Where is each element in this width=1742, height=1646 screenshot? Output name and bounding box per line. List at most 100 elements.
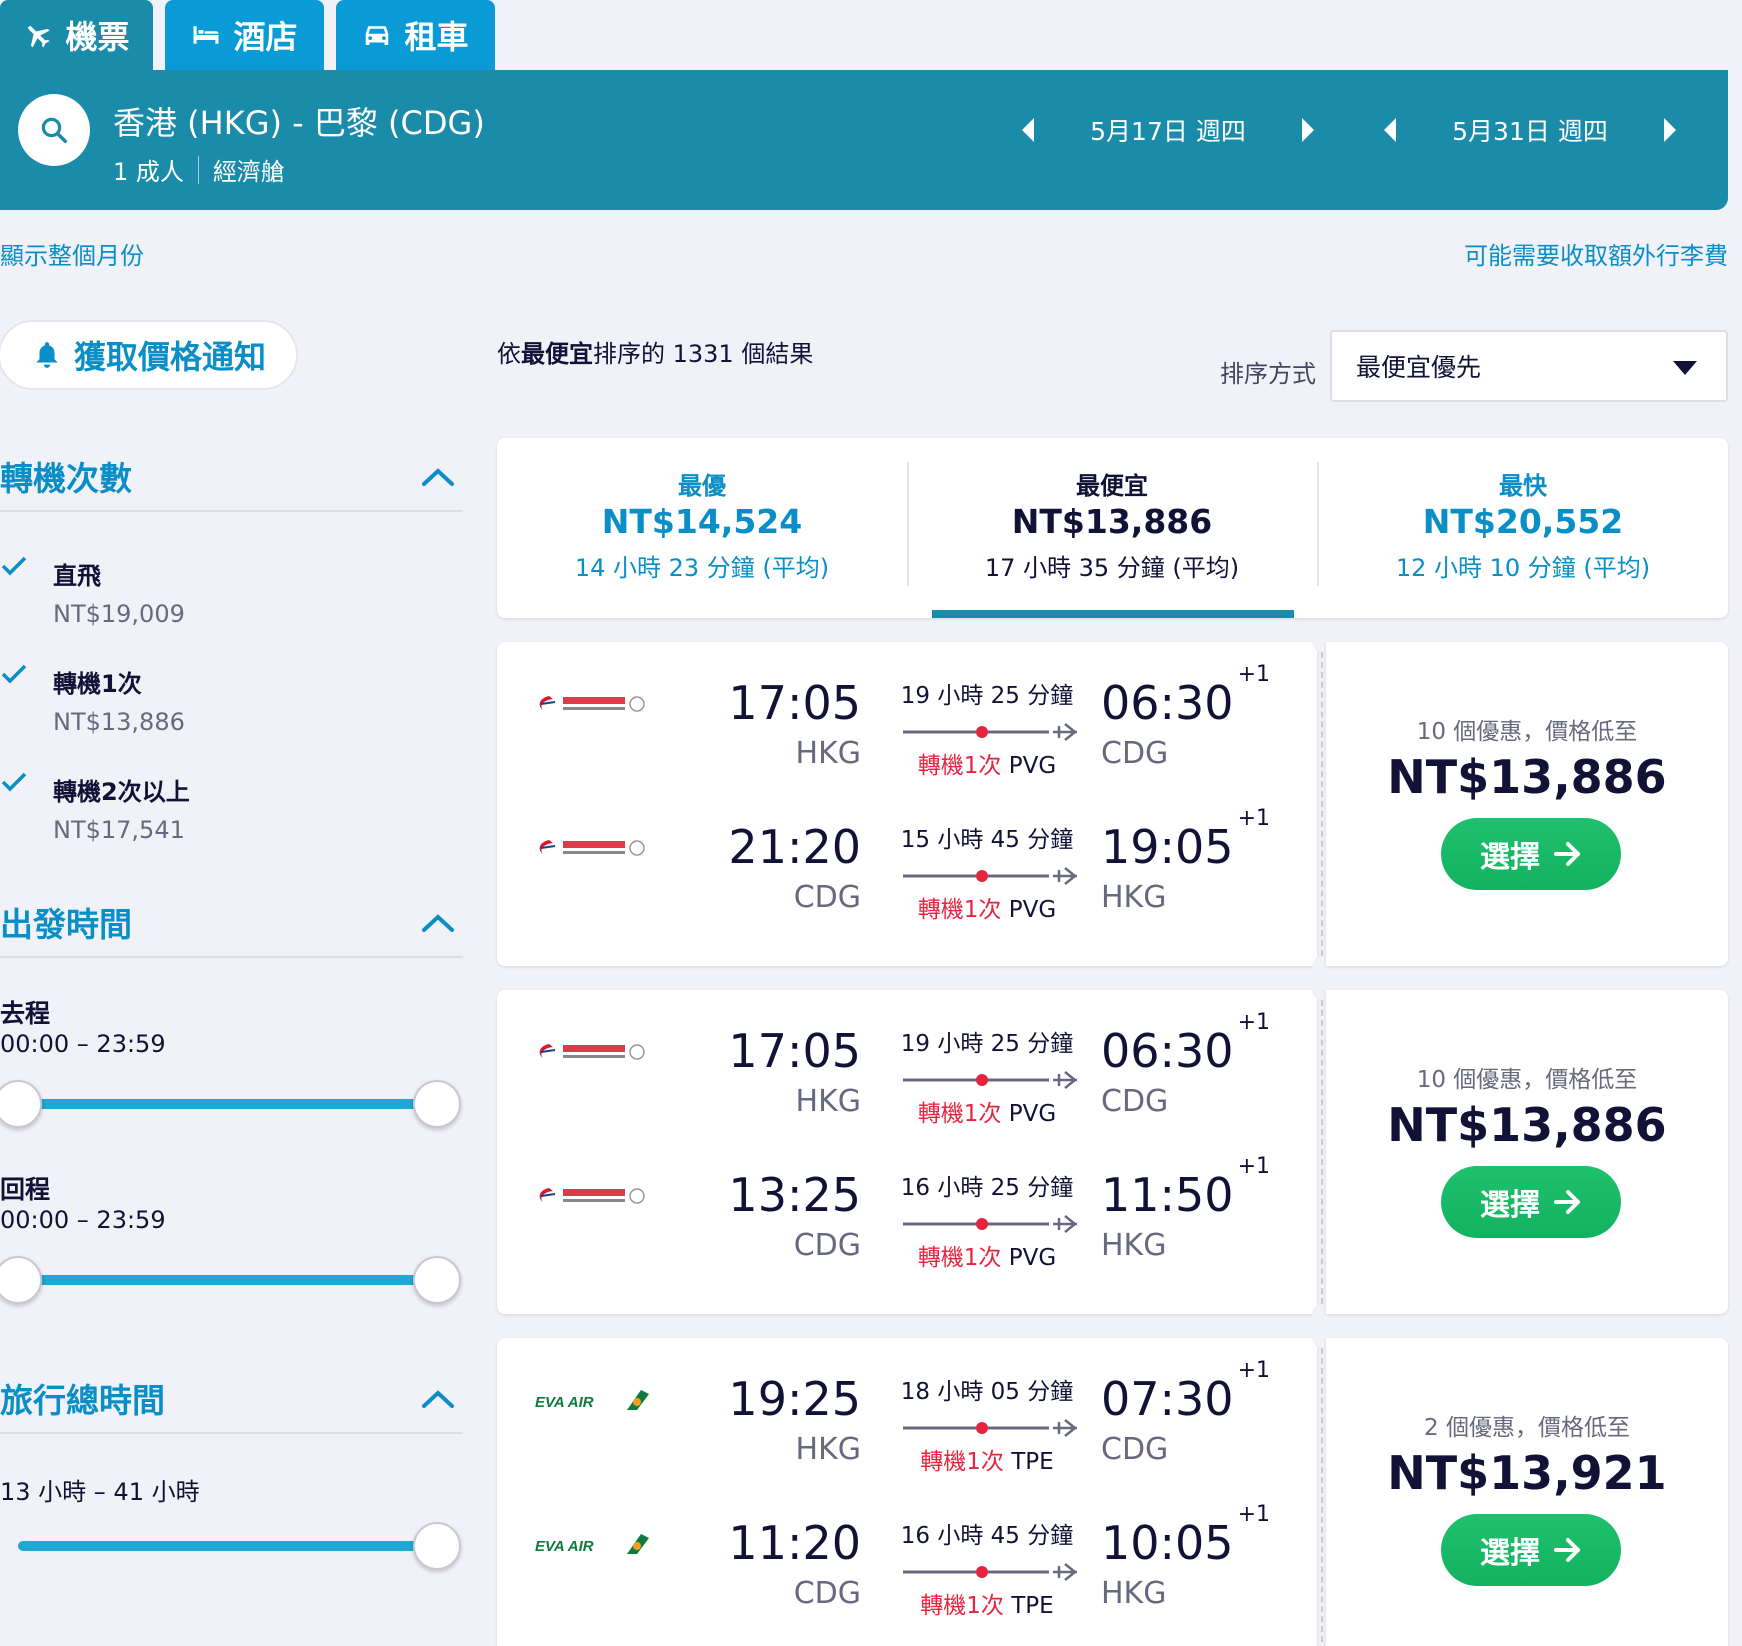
outbound-slider-min-handle[interactable] — [0, 1080, 42, 1128]
return-date[interactable]: 5月31日 週四 — [1410, 112, 1650, 148]
stop-count: 轉機1次 — [917, 1101, 1002, 1127]
summary-cheapest[interactable]: 最便宜 NT$13,886 17 小時 35 分鐘 (平均) — [907, 438, 1317, 618]
tab-cars[interactable]: 租車 — [336, 0, 495, 70]
eva-air-logo: EVA AIR — [535, 1390, 649, 1411]
arrival-airport: HKG — [1101, 880, 1167, 915]
result-count: 依最便宜排序的 1331 個結果 — [497, 334, 813, 369]
return-prev-date-button[interactable] — [1370, 100, 1410, 160]
chevron-up-icon[interactable] — [420, 1388, 456, 1410]
departure-airport: CDG — [793, 1228, 861, 1263]
arrow-right-icon — [1554, 1190, 1580, 1214]
stop-info: 轉機1次 PVG — [897, 1094, 1077, 1128]
via-airport: PVG — [1008, 753, 1057, 779]
summary-best[interactable]: 最優 NT$14,524 14 小時 23 分鐘 (平均) — [497, 438, 907, 618]
price-alert-button[interactable]: 獲取價格通知 — [0, 320, 298, 390]
summary-duration: 17 小時 35 分鐘 (平均) — [984, 554, 1240, 582]
duration-slider[interactable] — [18, 1541, 438, 1551]
select-button[interactable]: 選擇 — [1441, 1514, 1621, 1586]
divider — [1321, 1348, 1323, 1646]
chevron-up-icon[interactable] — [420, 466, 456, 488]
return-slider-min-handle[interactable] — [0, 1256, 42, 1304]
itinerary-card[interactable]: 17:05 HKG 19 小時 25 分鐘 轉機1次 PVG 06:30+1 C… — [497, 632, 1728, 976]
stops-filter-title[interactable]: 轉機次數 — [0, 452, 132, 500]
outbound-time-slider[interactable] — [18, 1099, 438, 1109]
outbound-time-label: 去程 — [0, 999, 51, 1028]
departure-airport: HKG — [795, 736, 861, 771]
divider — [0, 1432, 463, 1434]
caret-left-icon — [1022, 118, 1034, 142]
stop-option-label: 轉機1次 — [53, 670, 142, 698]
via-airport: TPE — [1011, 1593, 1054, 1619]
plane-icon — [28, 26, 50, 48]
return-time-slider[interactable] — [18, 1275, 438, 1285]
via-airport: PVG — [1008, 1245, 1057, 1271]
china-eastern-logo — [539, 840, 645, 856]
return-slider-max-handle[interactable] — [413, 1256, 461, 1304]
show-whole-month-link[interactable]: 顯示整個月份 — [0, 236, 144, 271]
stop-info: 轉機1次 PVG — [897, 746, 1077, 780]
outbound-date-control: 5月17日 週四 — [1008, 100, 1328, 160]
departure-airport: CDG — [793, 1576, 861, 1611]
flight-leg: 21:20 CDG 15 小時 45 分鐘 轉機1次 PVG 19:05+1 H… — [497, 798, 1317, 928]
arrival-time-value: 19:05 — [1101, 820, 1234, 874]
price-panel: 10 個優惠，價格低至 NT$13,886 選擇 — [1326, 642, 1728, 966]
arrival-time: 06:30+1 — [1101, 1010, 1270, 1078]
arrival-time-value: 10:05 — [1101, 1516, 1234, 1570]
arrival-time: 07:30+1 — [1101, 1358, 1270, 1426]
tab-hotels-label: 酒店 — [233, 18, 298, 56]
edit-search-button[interactable] — [18, 94, 90, 166]
outbound-prev-date-button[interactable] — [1008, 100, 1048, 160]
stop-count: 轉機1次 — [917, 753, 1002, 779]
select-button[interactable]: 選擇 — [1441, 1166, 1621, 1238]
next-day-indicator: +1 — [1237, 661, 1271, 687]
vertical-tabs: 機票 酒店 租車 — [0, 0, 507, 70]
arrival-time-value: 06:30 — [1101, 1024, 1234, 1078]
departure-airport: CDG — [793, 880, 861, 915]
outbound-next-date-button[interactable] — [1288, 100, 1328, 160]
arrival-airport: CDG — [1101, 1084, 1169, 1119]
next-day-indicator: +1 — [1237, 1357, 1271, 1383]
chevron-up-icon[interactable] — [420, 912, 456, 934]
passenger-info: 1 成人 經濟艙 — [113, 152, 285, 187]
departure-time-filter-title[interactable]: 出發時間 — [0, 898, 132, 946]
summary-fastest[interactable]: 最快 NT$20,552 12 小時 10 分鐘 (平均) — [1318, 438, 1728, 618]
outbound-date[interactable]: 5月17日 週四 — [1048, 112, 1288, 148]
china-eastern-logo — [539, 1188, 645, 1204]
adults-count: 1 成人 — [113, 158, 184, 186]
duration-filter-title[interactable]: 旅行總時間 — [0, 1374, 165, 1422]
checkmark-icon[interactable] — [0, 554, 28, 578]
stop-count: 轉機1次 — [920, 1593, 1004, 1619]
tab-hotels[interactable]: 酒店 — [165, 0, 324, 70]
flight-duration: 19 小時 25 分鐘 — [900, 683, 1074, 709]
stop-info: 轉機1次 PVG — [897, 1238, 1077, 1272]
select-button[interactable]: 選擇 — [1441, 818, 1621, 890]
arrival-time: 06:30+1 — [1101, 662, 1270, 730]
outbound-slider-max-handle[interactable] — [413, 1080, 461, 1128]
return-next-date-button[interactable] — [1650, 100, 1690, 160]
flight-leg: EVA AIR 11:20 CDG 16 小時 45 分鐘 轉機1次 TPE 1… — [497, 1494, 1317, 1624]
itinerary-legs: 17:05 HKG 19 小時 25 分鐘 轉機1次 PVG 06:30+1 C… — [497, 642, 1317, 966]
sort-dropdown[interactable]: 最便宜優先 — [1330, 330, 1728, 402]
china-eastern-logo — [539, 696, 645, 712]
flight-duration: 15 小時 45 分鐘 — [900, 827, 1074, 853]
stop-info: 轉機1次 TPE — [897, 1586, 1077, 1620]
route-line-icon — [903, 1419, 1078, 1437]
itinerary-card[interactable]: 17:05 HKG 19 小時 25 分鐘 轉機1次 PVG 06:30+1 C… — [497, 980, 1728, 1324]
flight-duration: 18 小時 05 分鐘 — [900, 1379, 1074, 1405]
separator — [197, 155, 199, 184]
baggage-fee-link[interactable]: 可能需要收取額外行李費 — [1464, 236, 1728, 271]
arrival-time-value: 07:30 — [1101, 1372, 1234, 1426]
tab-flights[interactable]: 機票 — [0, 0, 153, 70]
itinerary-price: NT$13,886 — [1387, 750, 1667, 804]
select-button-label: 選擇 — [1480, 840, 1540, 875]
summary-price: NT$14,524 — [601, 502, 803, 541]
summary-title: 最便宜 — [1076, 472, 1148, 500]
summary-duration: 12 小時 10 分鐘 (平均) — [1395, 554, 1651, 582]
summary-price: NT$20,552 — [1422, 502, 1624, 541]
search-icon — [41, 117, 67, 143]
arrow-right-icon — [1554, 1538, 1580, 1562]
checkmark-icon[interactable] — [0, 662, 28, 686]
checkmark-icon[interactable] — [0, 770, 28, 794]
duration-slider-max-handle[interactable] — [413, 1522, 461, 1570]
itinerary-card[interactable]: EVA AIR 19:25 HKG 18 小時 05 分鐘 轉機1次 TPE 0… — [497, 1328, 1728, 1646]
